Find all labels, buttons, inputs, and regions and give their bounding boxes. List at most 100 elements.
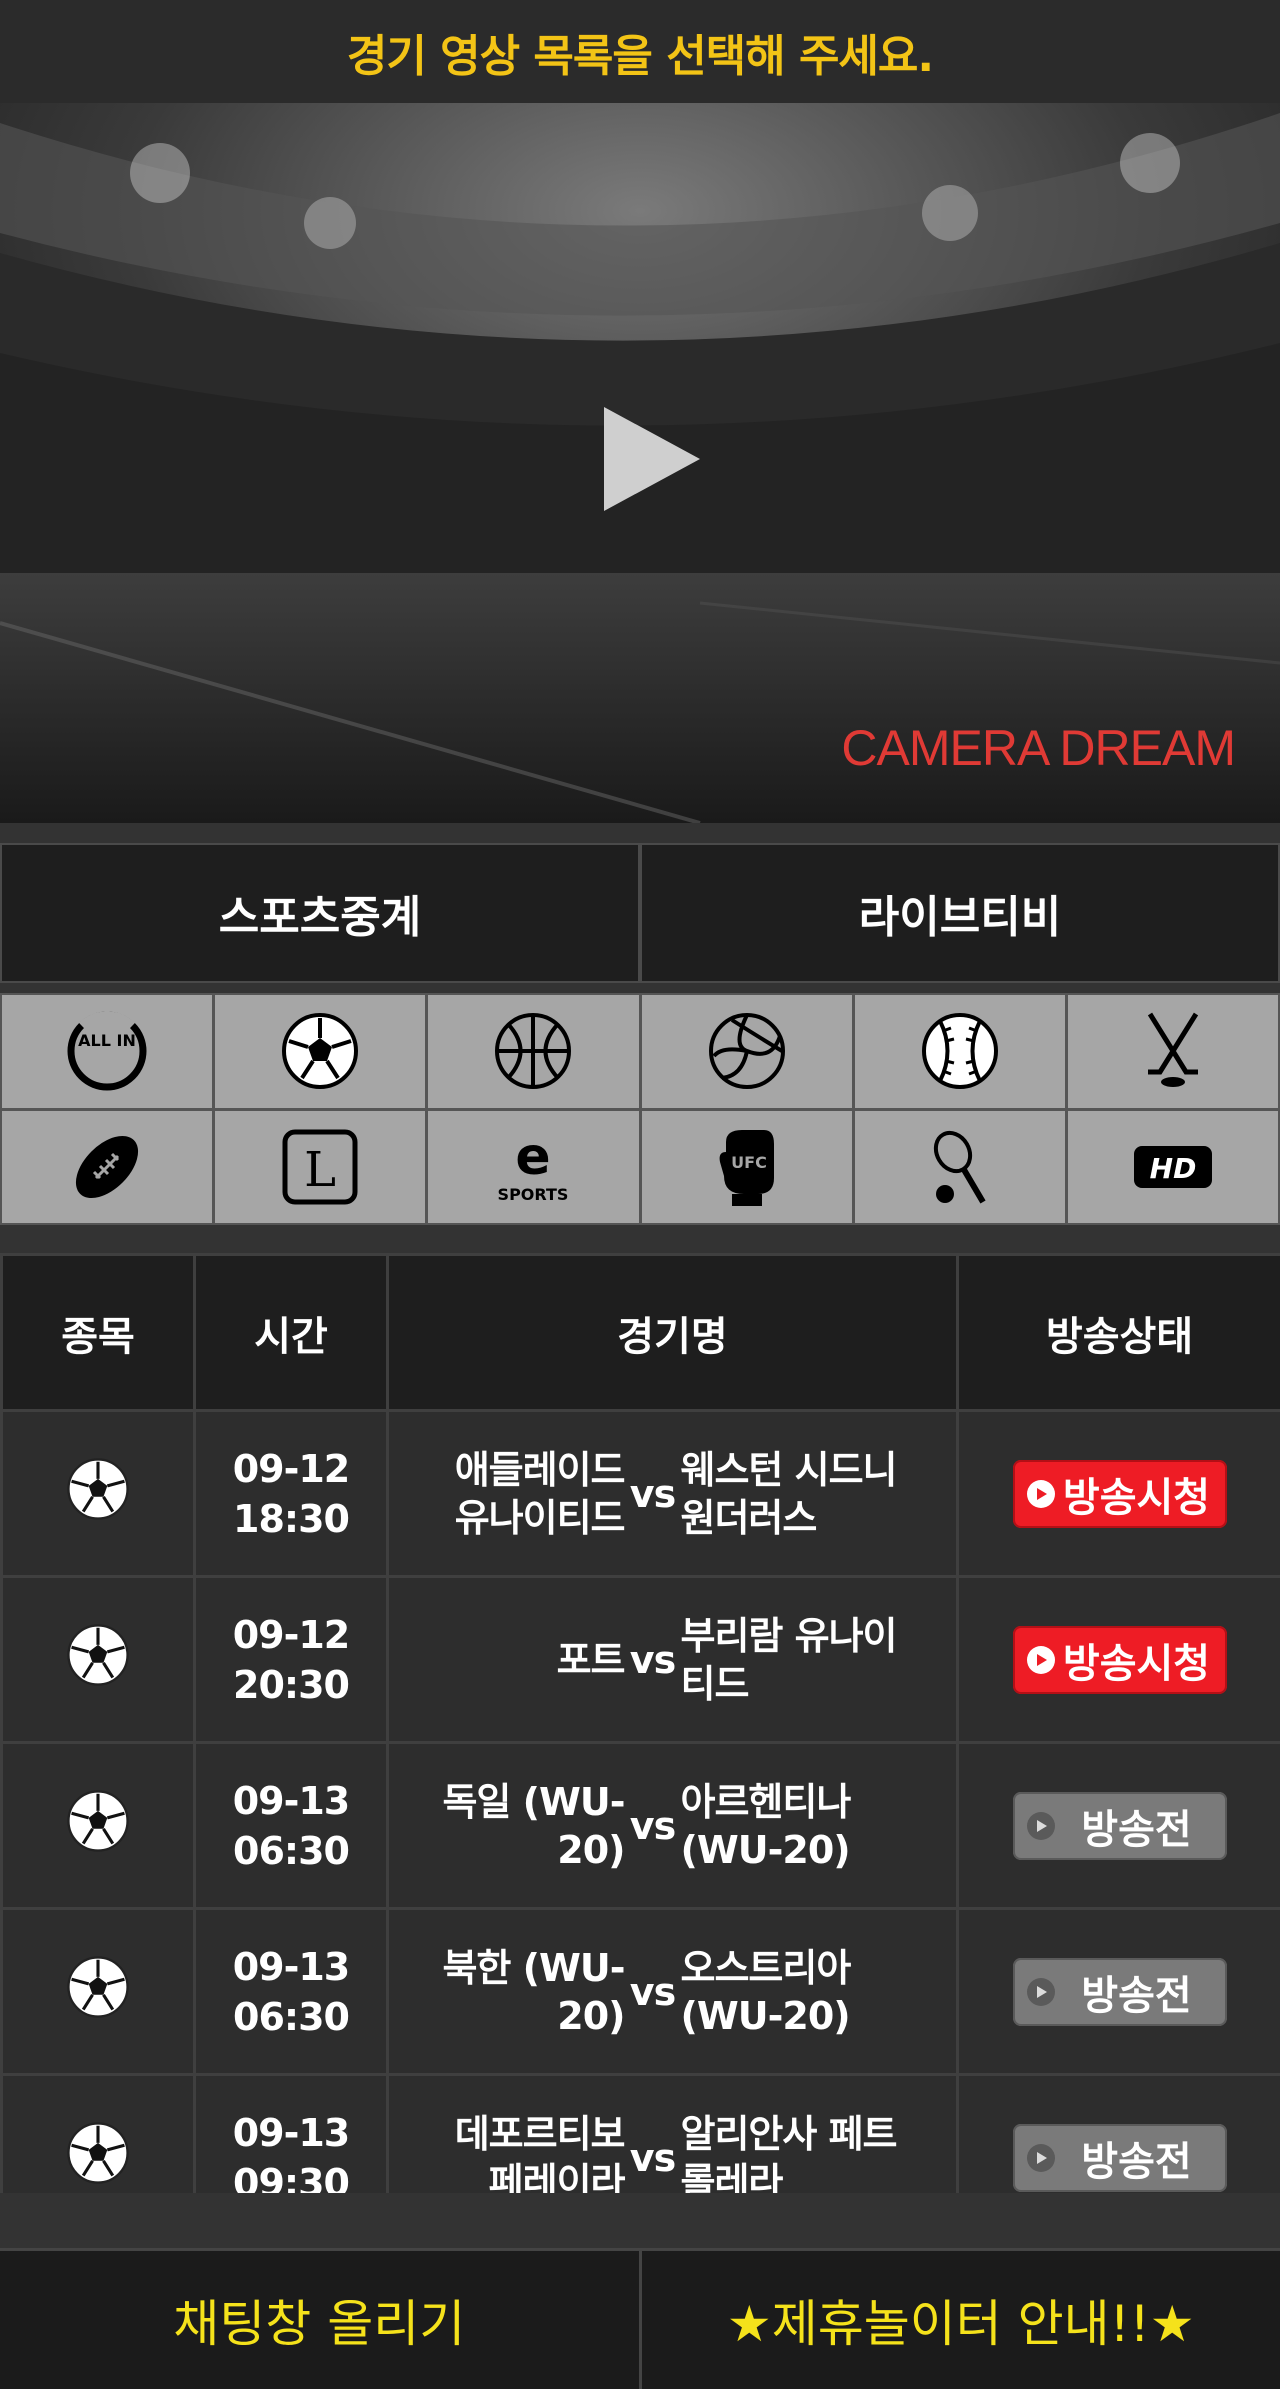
soccer-ball-icon — [67, 1624, 129, 1686]
chat-open-button[interactable]: 채팅창 올리기 — [0, 2251, 639, 2389]
tab-sports-broadcast[interactable]: 스포츠중계 — [0, 843, 640, 983]
tennis-icon — [933, 1130, 986, 1204]
time-cell: 09-13 06:30 — [193, 1741, 389, 1910]
match-cell: 독일 (WU-20) vs 아르헨티나 (WU-20) — [386, 1741, 959, 1910]
schedule-body: 09-12 18:30 애들레이드 유나이티드 vs 웨스턴 시드니 원더러스 방송시청 0… — [0, 1409, 1280, 2194]
away-team: 아르헨티나 (WU-20) — [680, 1779, 852, 1872]
filter-soccer[interactable] — [215, 995, 426, 1108]
sport-filter-grid: ALL IN L e SPORTS UFC HD — [0, 993, 1280, 1225]
header-sport: 종목 — [0, 1253, 196, 1412]
hd-label: HD — [1150, 1152, 1197, 1185]
home-team: 독일 (WU-20) — [442, 1779, 625, 1872]
away-team: 오스트리아 (WU-20) — [680, 1945, 852, 2038]
filter-ufc[interactable]: UFC — [641, 1110, 852, 1223]
page-title: 경기 영상 목록을 선택해 주세요. — [346, 30, 934, 82]
status-label: 방송전 — [1081, 1806, 1192, 1853]
sport-cell — [0, 1907, 196, 2076]
league-label: L — [304, 1142, 336, 1198]
esports-letter: e — [516, 1127, 551, 1187]
match-date: 09-13 — [232, 2110, 351, 2155]
status-label: 방송전 — [1081, 2138, 1192, 2185]
basketball-icon — [495, 1013, 572, 1090]
table-header-row: 종목 시간 경기명 방송상태 — [0, 1253, 1280, 1412]
home-team: 애들레이드 유나이티드 — [454, 1447, 626, 1540]
match-cell: 포트 vs 부리람 유나이티드 — [386, 1575, 959, 1744]
time-cell: 09-13 06:30 — [193, 1907, 389, 2076]
video-player[interactable]: CAMERA DREAM — [0, 103, 1280, 823]
tab-bar: 스포츠중계 라이브티비 — [0, 843, 1280, 983]
soccer-ball-icon — [67, 1956, 129, 2018]
soccer-ball-icon — [67, 2122, 129, 2184]
header-bar: 경기 영상 목록을 선택해 주세요. — [0, 0, 1280, 103]
header-status: 방송상태 — [956, 1253, 1280, 1412]
vs-label: vs — [629, 1637, 676, 1682]
match-cell: 북한 (WU-20) vs 오스트리아 (WU-20) — [386, 1907, 959, 2076]
time-cell: 09-12 18:30 — [193, 1409, 389, 1578]
time-cell: 09-13 09:30 — [193, 2073, 389, 2193]
filter-american-football[interactable] — [2, 1110, 213, 1223]
pre-broadcast-badge[interactable]: 방송전 — [1012, 1791, 1227, 1860]
filter-hd[interactable]: HD — [1067, 1110, 1278, 1223]
tab-live-tv[interactable]: 라이브티비 — [640, 843, 1280, 983]
filter-league[interactable]: L — [215, 1110, 426, 1223]
vs-label: vs — [629, 1471, 676, 1516]
away-team: 웨스턴 시드니 원더러스 — [680, 1447, 898, 1540]
all-in-icon: ALL IN — [67, 1011, 147, 1091]
status-label: 방송시청 — [1062, 1474, 1211, 1521]
partner-info-button[interactable]: ★제휴놀이터 안내!!★ — [638, 2251, 1280, 2389]
schedule-table-container[interactable]: 종목 시간 경기명 방송상태 09-12 18:30 애들레이드 유나이티드 vs 웨스… — [0, 1253, 1280, 2193]
table-row[interactable]: 09-13 09:30 데포르티보 페레이라 vs 알리안사 페트롤레라 방송전 — [0, 2073, 1280, 2194]
filter-all[interactable]: ALL IN — [2, 995, 213, 1108]
status-cell: 방송시청 — [956, 1409, 1280, 1578]
filter-esports[interactable]: e SPORTS — [428, 1110, 639, 1223]
away-team: 알리안사 페트롤레라 — [680, 2111, 898, 2194]
time-cell: 09-12 20:30 — [193, 1575, 389, 1744]
table-row[interactable]: 09-13 06:30 독일 (WU-20) vs 아르헨티나 (WU-20) 방송전 — [0, 1741, 1280, 1910]
play-circle-icon — [1026, 1977, 1055, 2006]
play-icon[interactable] — [596, 403, 708, 515]
match-date: 09-13 — [232, 1778, 351, 1823]
pre-broadcast-badge[interactable]: 방송전 — [1012, 1957, 1227, 2026]
status-label: 방송전 — [1081, 1972, 1192, 2019]
match-time: 06:30 — [233, 1828, 350, 1873]
watch-broadcast-button[interactable]: 방송시청 — [1012, 1459, 1227, 1528]
watch-broadcast-button[interactable]: 방송시청 — [1012, 1625, 1227, 1694]
status-cell: 방송전 — [956, 1741, 1280, 1910]
match-cell: 애들레이드 유나이티드 vs 웨스턴 시드니 원더러스 — [386, 1409, 959, 1578]
soccer-ball-icon — [282, 1013, 359, 1090]
filter-baseball[interactable] — [854, 995, 1065, 1108]
hockey-icon — [1147, 1012, 1199, 1088]
match-date: 09-12 — [232, 1612, 351, 1657]
table-row[interactable]: 09-12 20:30 포트 vs 부리람 유나이티드 방송시청 — [0, 1575, 1280, 1744]
home-team: 데포르티보 페레이라 — [454, 2111, 626, 2194]
filter-volleyball[interactable] — [641, 995, 852, 1108]
american-football-icon — [76, 1135, 139, 1198]
play-circle-icon — [1026, 1479, 1055, 1508]
table-row[interactable]: 09-12 18:30 애들레이드 유나이티드 vs 웨스턴 시드니 원더러스 방송시청 — [0, 1409, 1280, 1578]
sport-cell — [0, 2073, 196, 2193]
filter-basketball[interactable] — [428, 995, 639, 1108]
sport-cell — [0, 1409, 196, 1578]
bottom-bar: 채팅창 올리기 ★제휴놀이터 안내!!★ — [0, 2248, 1280, 2389]
header-match: 경기명 — [386, 1253, 959, 1412]
vs-label: vs — [629, 2135, 676, 2180]
filter-hockey[interactable] — [1067, 995, 1278, 1108]
play-circle-icon — [1026, 2143, 1055, 2172]
home-team: 포트 — [556, 1637, 626, 1682]
sport-cell — [0, 1741, 196, 1910]
ufc-label: UFC — [731, 1153, 767, 1172]
table-row[interactable]: 09-13 06:30 북한 (WU-20) vs 오스트리아 (WU-20) 방송전 — [0, 1907, 1280, 2076]
status-label: 방송시청 — [1062, 1640, 1211, 1687]
sport-cell — [0, 1575, 196, 1744]
volleyball-icon — [708, 1013, 785, 1090]
home-team: 북한 (WU-20) — [442, 1945, 625, 2038]
vs-label: vs — [629, 1803, 676, 1848]
status-cell: 방송시청 — [956, 1575, 1280, 1744]
hd-icon: HD — [1133, 1145, 1212, 1188]
filter-tennis[interactable] — [854, 1110, 1065, 1223]
soccer-ball-icon — [67, 1458, 129, 1520]
esports-sub: SPORTS — [498, 1185, 569, 1204]
vs-label: vs — [629, 1969, 676, 2014]
pre-broadcast-badge[interactable]: 방송전 — [1012, 2123, 1227, 2192]
ufc-glove-icon: UFC — [719, 1129, 774, 1206]
